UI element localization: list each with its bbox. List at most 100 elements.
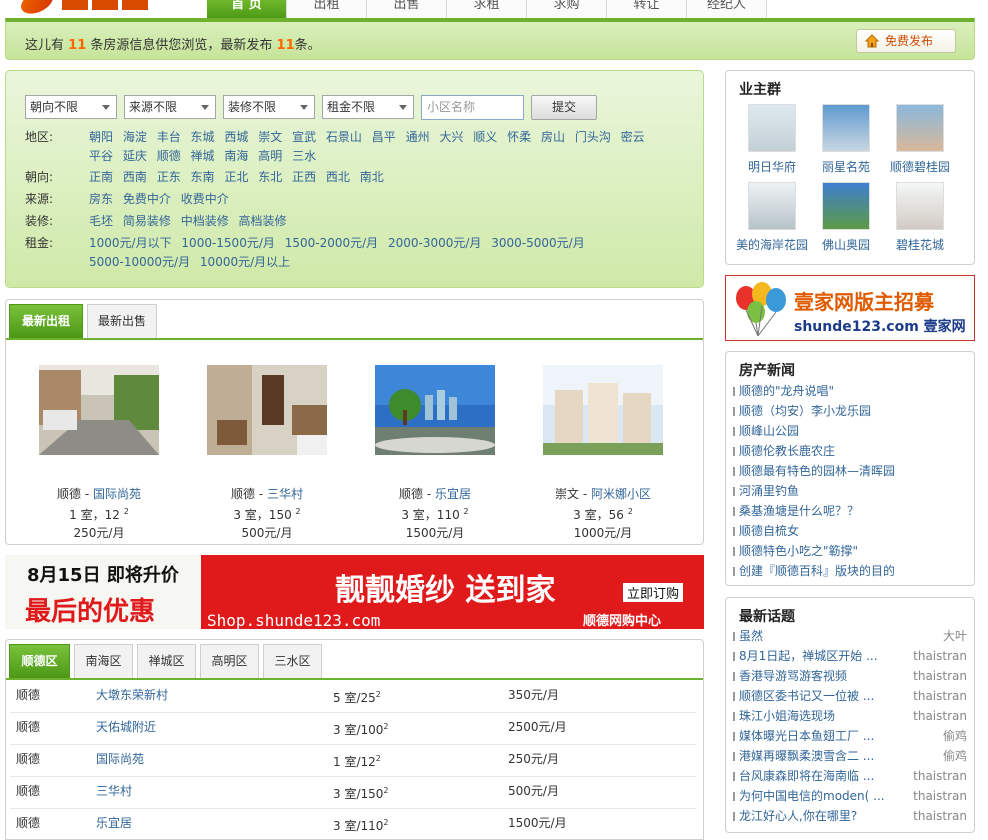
listing-card[interactable]: 顺德 - 三华村 3 室，150 2 500元/月	[202, 365, 332, 541]
filter-option-link[interactable]: 东南	[191, 170, 215, 184]
news-link[interactable]: 顺德特色小吃之"簕撑"	[733, 541, 858, 561]
rent-select[interactable]: 租金不限	[322, 95, 414, 119]
filter-option-link[interactable]: 正西	[292, 170, 316, 184]
filter-option-link[interactable]: 东城	[191, 130, 215, 144]
table-row[interactable]: 顺德 乐宜居 3 室/1102 1500元/月	[10, 809, 696, 839]
filter-option-link[interactable]: 门头沟	[575, 130, 611, 144]
topic-link[interactable]: 港媒再曝飘柔澳雪含二 ...	[733, 749, 874, 763]
filter-option-link[interactable]: 10000元/月以上	[200, 255, 290, 269]
topic-item[interactable]: 龙江好心人,你在哪里? thaistran	[733, 806, 967, 826]
tab-chancheng[interactable]: 禅城区	[137, 644, 196, 678]
row-name-link[interactable]: 国际尚苑	[96, 745, 144, 773]
filter-option-link[interactable]: 石景山	[326, 130, 362, 144]
news-link[interactable]: 河涌里钓鱼	[733, 481, 799, 501]
topic-author[interactable]: 偷鸡	[943, 746, 967, 766]
listing-name-link[interactable]: 国际尚苑	[93, 487, 141, 501]
filter-option-link[interactable]: 5000-10000元/月	[89, 255, 190, 269]
filter-option-link[interactable]: 高明	[258, 149, 282, 163]
topic-link[interactable]: 台风康森即将在海南临 ...	[733, 769, 874, 783]
tab-nanhai[interactable]: 南海区	[74, 644, 133, 678]
tab-latest-rent[interactable]: 最新出租	[9, 304, 83, 338]
news-link[interactable]: 顺德最有特色的园林—清晖园	[733, 461, 895, 481]
filter-option-link[interactable]: 禅城	[191, 149, 215, 163]
topic-item[interactable]: 8月1日起，禅城区开始 ... thaistran	[733, 646, 967, 666]
topic-link[interactable]: 龙江好心人,你在哪里?	[733, 809, 857, 823]
topic-link[interactable]: 珠江小姐海选现场	[733, 709, 835, 723]
row-name-link[interactable]: 大墩东荣新村	[96, 681, 168, 709]
nav-rent[interactable]: 出租	[287, 0, 367, 18]
listing-name-link[interactable]: 阿米娜小区	[591, 487, 651, 501]
property-photo[interactable]	[375, 365, 495, 455]
topic-item[interactable]: 香港导游骂游客视频 thaistran	[733, 666, 967, 686]
decoration-select[interactable]: 装修不限	[223, 95, 315, 119]
news-link[interactable]: 顺德自梳女	[733, 521, 799, 541]
owner-group-item[interactable]: 碧桂花城	[883, 182, 957, 253]
owner-group-item[interactable]: 佛山奥园	[809, 182, 883, 253]
filter-option-link[interactable]: 收费中介	[181, 192, 229, 206]
filter-option-link[interactable]: 1000元/月以下	[89, 236, 172, 250]
nav-want-rent[interactable]: 求租	[447, 0, 527, 18]
topic-item[interactable]: 顺德区委书记又一位被 ... thaistran	[733, 686, 967, 706]
news-link[interactable]: 桑基渔塘是什么呢？？	[733, 501, 859, 521]
filter-option-link[interactable]: 顺义	[473, 130, 497, 144]
filter-option-link[interactable]: 丰台	[157, 130, 181, 144]
estate-thumbnail[interactable]	[822, 182, 870, 230]
filter-option-link[interactable]: 昌平	[372, 130, 396, 144]
nav-want-buy[interactable]: 求购	[527, 0, 607, 18]
topic-link[interactable]: 虽然	[733, 629, 763, 643]
owner-group-name[interactable]: 明日华府	[748, 160, 796, 174]
filter-option-link[interactable]: 房东	[89, 192, 113, 206]
orientation-select[interactable]: 朝向不限	[25, 95, 117, 119]
topic-author[interactable]: 大叶	[943, 626, 967, 646]
owner-group-name[interactable]: 丽星名苑	[822, 160, 870, 174]
news-link[interactable]: 顺德的"龙舟说唱"	[733, 381, 834, 401]
topic-link[interactable]: 8月1日起，禅城区开始 ...	[733, 649, 878, 663]
listing-name-link[interactable]: 三华村	[267, 487, 303, 501]
filter-option-link[interactable]: 2000-3000元/月	[388, 236, 481, 250]
topic-author[interactable]: thaistran	[913, 666, 967, 686]
filter-option-link[interactable]: 东北	[258, 170, 282, 184]
topic-item[interactable]: 港媒再曝飘柔澳雪含二 ... 偷鸡	[733, 746, 967, 766]
topic-link[interactable]: 为何中国电信的moden( ...	[733, 789, 885, 803]
listing-card[interactable]: 顺德 - 乐宜居 3 室，110 2 1500元/月	[370, 365, 500, 541]
row-name-link[interactable]: 三华村	[96, 777, 132, 805]
listing-name-link[interactable]: 乐宜居	[435, 487, 471, 501]
owner-group-item[interactable]: 美的海岸花园	[735, 182, 809, 253]
topic-author[interactable]: 偷鸡	[943, 726, 967, 746]
source-select[interactable]: 来源不限	[124, 95, 216, 119]
filter-option-link[interactable]: 毛坯	[89, 214, 113, 228]
free-publish-button[interactable]: 免费发布	[856, 29, 956, 53]
filter-option-link[interactable]: 宣武	[292, 130, 316, 144]
filter-option-link[interactable]: 高档装修	[239, 214, 287, 228]
property-photo[interactable]	[543, 365, 663, 455]
topic-author[interactable]: thaistran	[913, 786, 967, 806]
property-photo[interactable]	[39, 365, 159, 455]
topic-item[interactable]: 为何中国电信的moden( ... thaistran	[733, 786, 967, 806]
community-input[interactable]: 小区名称	[421, 95, 524, 120]
news-link[interactable]: 创建『顺德百科』版块的目的	[733, 561, 895, 581]
filter-option-link[interactable]: 中档装修	[181, 214, 229, 228]
estate-thumbnail[interactable]	[748, 182, 796, 230]
topic-item[interactable]: 珠江小姐海选现场 thaistran	[733, 706, 967, 726]
row-name-link[interactable]: 天佑城附近	[96, 713, 156, 741]
topic-author[interactable]: thaistran	[913, 706, 967, 726]
table-row[interactable]: 顺德 国际尚苑 1 室/122 250元/月	[10, 745, 696, 777]
filter-option-link[interactable]: 西南	[123, 170, 147, 184]
filter-option-link[interactable]: 大兴	[439, 130, 463, 144]
filter-option-link[interactable]: 南北	[360, 170, 384, 184]
filter-option-link[interactable]: 房山	[541, 130, 565, 144]
moderator-recruit-ad[interactable]: 壹家网版主招募 shunde123.com 壹家网	[725, 275, 975, 341]
tab-sanshui[interactable]: 三水区	[263, 644, 322, 678]
property-photo[interactable]	[207, 365, 327, 455]
filter-option-link[interactable]: 西北	[326, 170, 350, 184]
nav-transfer[interactable]: 转让	[607, 0, 687, 18]
filter-option-link[interactable]: 平谷	[89, 149, 113, 163]
logo[interactable]	[62, 0, 182, 10]
table-row[interactable]: 顺德 三华村 3 室/1502 500元/月	[10, 777, 696, 809]
nav-agent[interactable]: 经纪人	[687, 0, 767, 18]
topic-author[interactable]: thaistran	[913, 766, 967, 786]
tab-gaoming[interactable]: 高明区	[200, 644, 259, 678]
owner-group-name[interactable]: 顺德碧桂园	[890, 160, 950, 174]
topic-link[interactable]: 媒体曝光日本鱼翅工厂 ...	[733, 729, 874, 743]
news-link[interactable]: 顺峰山公园	[733, 421, 799, 441]
